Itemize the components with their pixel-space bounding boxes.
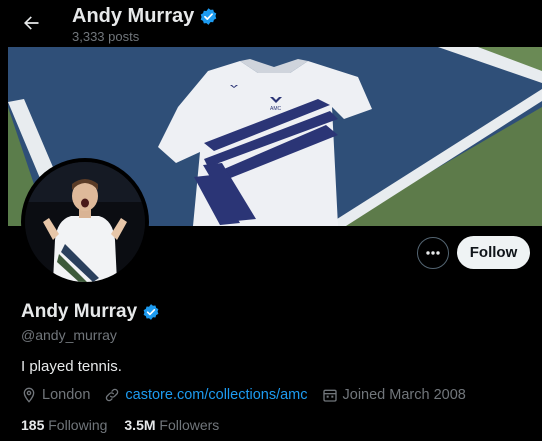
profile-handle: @andy_murray bbox=[21, 327, 117, 343]
website-link[interactable]: castore.com/collections/amc bbox=[125, 387, 307, 403]
more-options-button[interactable] bbox=[417, 237, 449, 269]
link-icon bbox=[106, 388, 119, 402]
location-pin-icon bbox=[23, 387, 35, 403]
following-stat[interactable]: 185 Following bbox=[21, 417, 107, 433]
following-count: 185 bbox=[21, 417, 45, 433]
location-text: London bbox=[42, 387, 91, 403]
profile-stats: 185 Following 3.5M Followers bbox=[21, 417, 219, 433]
location-item: London bbox=[21, 387, 90, 403]
follow-button[interactable]: Follow bbox=[457, 236, 530, 269]
profile-name: Andy Murray bbox=[21, 301, 160, 323]
header-name: Andy Murray bbox=[72, 5, 195, 27]
more-dots-icon bbox=[426, 251, 440, 255]
followers-label: Followers bbox=[159, 417, 220, 433]
post-count: 3,333 posts bbox=[72, 29, 140, 44]
header-title: Andy Murray bbox=[72, 5, 218, 28]
display-name-text: Andy Murray bbox=[21, 301, 138, 322]
verified-badge-icon bbox=[200, 8, 217, 25]
joined-text: Joined March 2008 bbox=[342, 387, 466, 403]
profile-bio: I played tennis. bbox=[21, 358, 122, 375]
avatar-image bbox=[25, 162, 145, 282]
profile-meta: London castore.com/collections/amc Joine… bbox=[21, 387, 480, 403]
verified-badge-icon[interactable] bbox=[142, 303, 160, 321]
website-item: castore.com/collections/amc bbox=[104, 387, 308, 403]
followers-stat[interactable]: 3.5M Followers bbox=[124, 417, 219, 433]
avatar[interactable] bbox=[21, 158, 149, 286]
calendar-icon bbox=[322, 389, 337, 402]
top-bar: Andy Murray 3,333 posts bbox=[0, 0, 542, 47]
shirt-logo-text: AMC bbox=[270, 106, 282, 112]
back-button[interactable] bbox=[16, 8, 46, 38]
back-arrow-icon bbox=[24, 16, 39, 30]
joined-item: Joined March 2008 bbox=[322, 387, 466, 403]
followers-count: 3.5M bbox=[124, 417, 156, 433]
following-label: Following bbox=[48, 417, 108, 433]
